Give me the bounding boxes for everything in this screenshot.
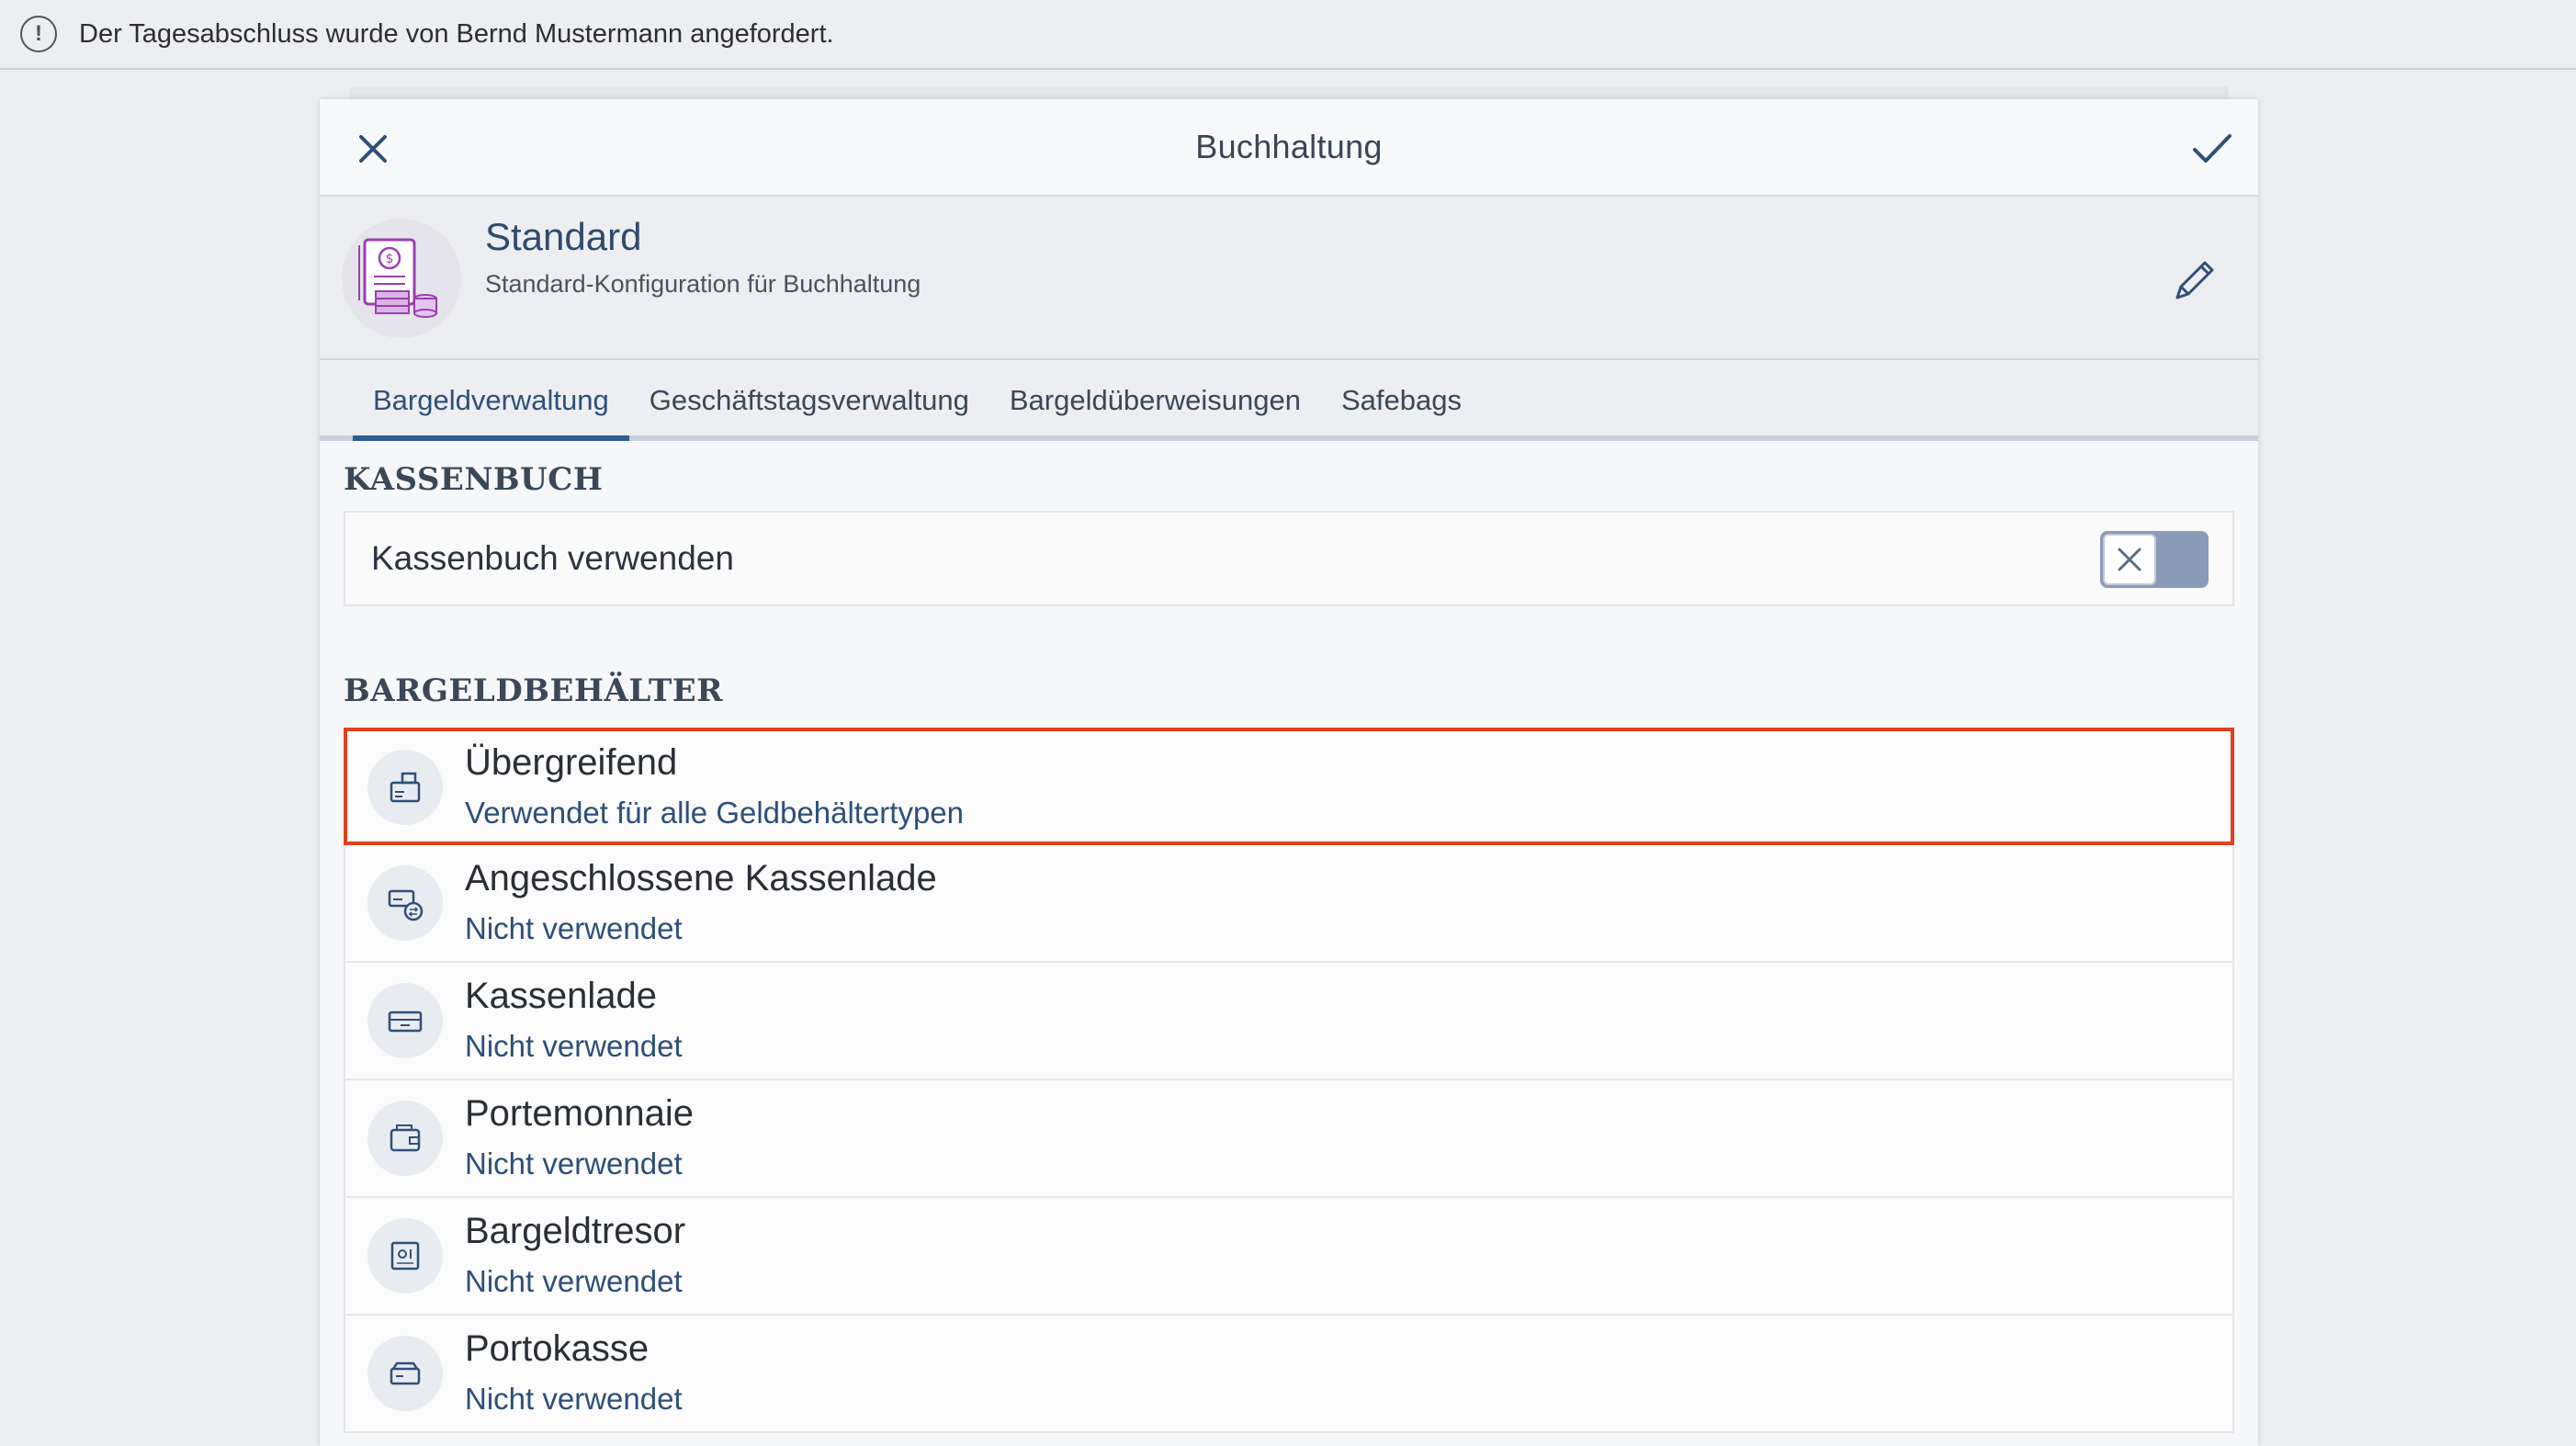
tab-safebags[interactable]: Safebags <box>1321 384 1482 435</box>
close-icon <box>359 135 387 163</box>
configuration-name: Standard <box>485 215 642 258</box>
edit-button[interactable] <box>2166 254 2221 309</box>
close-button[interactable] <box>347 123 399 175</box>
dialog-header: Buchhaltung <box>320 99 2258 197</box>
pencil-icon <box>2175 261 2214 299</box>
item-status: Nicht verwendet <box>465 1382 683 1416</box>
connected-drawer-icon <box>367 865 443 941</box>
item-status: Nicht verwendet <box>465 1147 683 1181</box>
configuration-header: $ Standard Standard-Konfiguration für Bu… <box>320 197 2258 360</box>
cash-drawer-icon <box>367 983 443 1058</box>
containers-section-title: BARGELDBEHÄLTER <box>344 672 723 709</box>
svg-text:$: $ <box>386 252 394 266</box>
container-list: Übergreifend Verwendet für alle Geldbehä… <box>344 728 2234 1433</box>
alert-circle-icon: ! <box>20 16 57 52</box>
checkmark-icon <box>2193 134 2231 163</box>
tab-bar: Bargeldverwaltung Geschäftstagsverwaltun… <box>320 360 2258 441</box>
toggle-knob <box>2103 534 2156 585</box>
item-status: Nicht verwendet <box>465 1264 683 1298</box>
list-item-kassenlade[interactable]: Kassenlade Nicht verwendet <box>344 963 2234 1080</box>
item-name: Angeschlossene Kassenlade <box>465 858 937 898</box>
item-status: Nicht verwendet <box>465 1029 683 1063</box>
dialog-title: Buchhaltung <box>1195 128 1383 165</box>
petty-cash-icon <box>367 1336 443 1411</box>
list-item-bargeldtresor[interactable]: Bargeldtresor Nicht verwendet <box>344 1198 2234 1316</box>
cash-register-icon <box>367 750 443 825</box>
item-status: Nicht verwendet <box>465 911 683 945</box>
configuration-description: Standard-Konfiguration für Buchhaltung <box>485 270 921 298</box>
item-name: Bargeldtresor <box>465 1211 686 1251</box>
accounting-avatar-icon: $ <box>342 219 461 338</box>
item-status: Verwendet für alle Geldbehältertypen <box>465 796 965 830</box>
list-item-uebergreifend[interactable]: Übergreifend Verwendet für alle Geldbehä… <box>344 728 2234 845</box>
kassenbuch-label: Kassenbuch verwenden <box>371 539 734 577</box>
item-name: Portokasse <box>465 1328 650 1369</box>
tab-content: KASSENBUCH Kassenbuch verwenden BARGELDB… <box>320 461 2258 1433</box>
list-item-portokasse[interactable]: Portokasse Nicht verwendet <box>344 1316 2234 1433</box>
item-name: Übergreifend <box>465 742 678 783</box>
kassenbuch-row: Kassenbuch verwenden <box>344 511 2234 606</box>
list-item-angeschlossene-kassenlade[interactable]: Angeschlossene Kassenlade Nicht verwende… <box>344 845 2234 963</box>
safe-icon <box>367 1218 443 1293</box>
accounting-dialog: Buchhaltung $ Standard Standard-Konfigur… <box>320 99 2258 1446</box>
tab-geschaeftstagsverwaltung[interactable]: Geschäftstagsverwaltung <box>629 384 989 435</box>
kassenbuch-toggle[interactable] <box>2100 531 2209 588</box>
list-item-portemonnaie[interactable]: Portemonnaie Nicht verwendet <box>344 1080 2234 1198</box>
tab-bargeldverwaltung[interactable]: Bargeldverwaltung <box>353 384 629 441</box>
confirm-button[interactable] <box>2186 123 2238 175</box>
close-icon <box>2118 548 2141 571</box>
notification-message: Der Tagesabschluss wurde von Bernd Muste… <box>79 18 834 49</box>
item-name: Portemonnaie <box>465 1093 695 1134</box>
kassenbuch-section-title: KASSENBUCH <box>344 461 604 498</box>
wallet-icon <box>367 1101 443 1176</box>
tab-bargeldueberweisungen[interactable]: Bargeldüberweisungen <box>989 384 1321 435</box>
notification-bar: ! Der Tagesabschluss wurde von Bernd Mus… <box>0 0 2576 70</box>
item-name: Kassenlade <box>465 976 658 1016</box>
